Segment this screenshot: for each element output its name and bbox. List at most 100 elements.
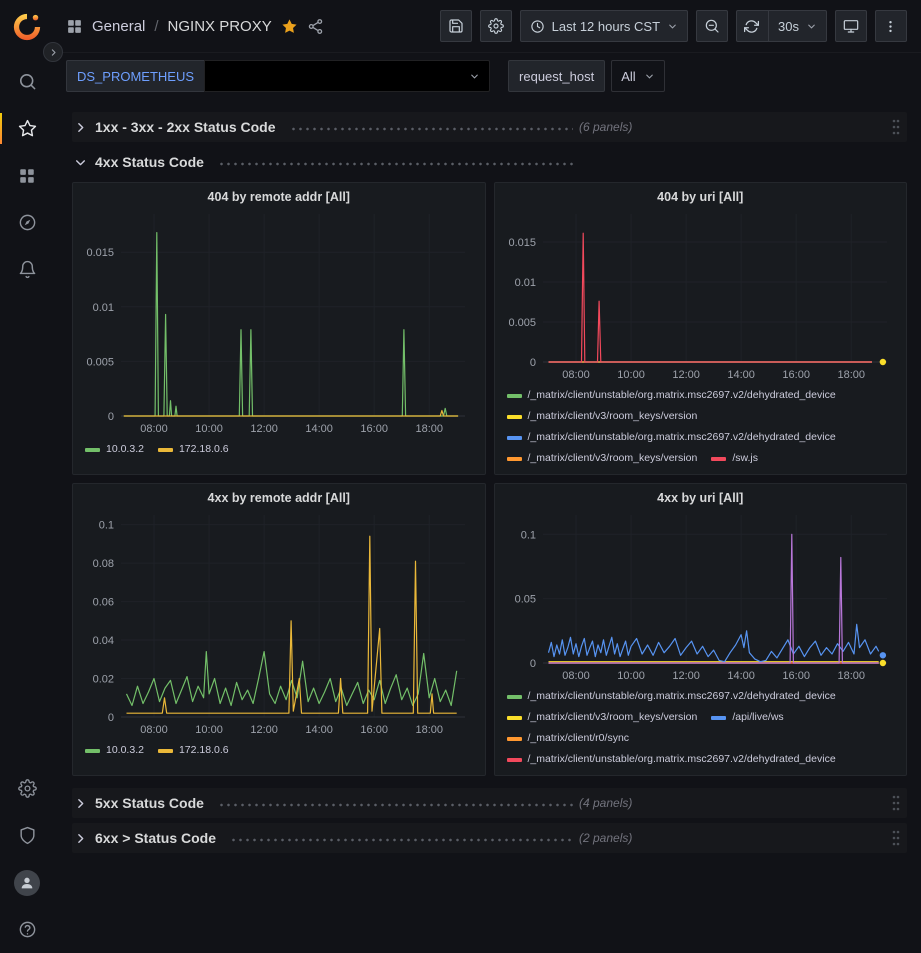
breadcrumb-section[interactable]: General	[92, 18, 145, 35]
legend-item[interactable]: 172.18.0.6	[158, 443, 229, 456]
svg-text:0: 0	[529, 658, 535, 670]
legend-item[interactable]: /api/live/ws	[711, 711, 783, 724]
time-range-label: Last 12 hours CST	[552, 19, 660, 34]
row-panel-count: (6 panels)	[579, 120, 632, 134]
sidebar-expand-toggle[interactable]	[43, 42, 63, 62]
tv-mode-button[interactable]	[835, 10, 867, 42]
row-5xx-status-code[interactable]: 5xx Status Code(4 panels)	[72, 788, 907, 818]
chevron-right-icon	[74, 832, 87, 845]
row-drag-handle[interactable]	[891, 117, 901, 137]
chart-area: 08:0010:0012:0014:0016:0018:0000.020.040…	[79, 507, 479, 739]
series-name: /_matrix/client/v3/room_keys/version	[528, 452, 698, 465]
legend-item[interactable]: /_matrix/client/unstable/org.matrix.msc2…	[507, 753, 836, 766]
row-drag-handle[interactable]	[891, 828, 901, 848]
variables-bar: DS_PROMETHEUS request_host All	[54, 53, 921, 101]
share-icon[interactable]	[307, 18, 324, 35]
sidebar-item-dashboards[interactable]	[0, 152, 54, 199]
variable-request-host: request_host All	[508, 60, 665, 92]
grafana-logo[interactable]	[12, 12, 42, 42]
svg-text:08:00: 08:00	[562, 369, 590, 381]
breadcrumb-title[interactable]: NGINX PROXY	[168, 18, 272, 35]
panel-grid: 404 by remote addr [All] 08:00 10:00 12:00 1…	[72, 182, 907, 776]
variable-datasource: DS_PROMETHEUS	[66, 60, 490, 92]
series-name: /_matrix/client/unstable/org.matrix.msc2…	[528, 690, 836, 703]
breadcrumb-separator: /	[154, 18, 158, 35]
panel-404-by-remote-addr-all: 404 by remote addr [All]08:0010:0012:001…	[72, 182, 486, 475]
dashboard-settings-button[interactable]	[480, 10, 512, 42]
row-drag-handle[interactable]	[891, 793, 901, 813]
sidebar-item-explore[interactable]	[0, 199, 54, 246]
panel-4xx-by-uri-all: 4xx by uri [All]08:0010:0012:0014:0016:0…	[494, 483, 908, 776]
chevron-right-icon	[74, 797, 87, 810]
favorite-star-icon[interactable]	[281, 18, 298, 35]
caret-down-icon	[806, 21, 817, 32]
time-range-picker[interactable]: Last 12 hours CST	[520, 10, 688, 42]
svg-text:0.01: 0.01	[514, 277, 535, 289]
sidebar-item-search[interactable]	[0, 58, 54, 105]
legend: 10.0.3.2 172.18.0.6	[79, 438, 479, 456]
series-name: /_matrix/client/v3/room_keys/version	[528, 711, 698, 724]
legend-item[interactable]: /_matrix/client/v3/room_keys/version	[507, 452, 698, 465]
legend-item[interactable]: /_matrix/client/unstable/org.matrix.msc2…	[507, 690, 836, 703]
chart-area: 08:0010:0012:0014:0016:0018:0000.0050.01…	[501, 206, 901, 384]
sidebar-item-alerting[interactable]	[0, 246, 54, 293]
legend-item[interactable]: /sw.js	[711, 452, 758, 465]
panel-4xx-by-remote-addr-all: 4xx by remote addr [All]08:0010:0012:001…	[72, 483, 486, 776]
refresh-button[interactable]	[736, 10, 768, 42]
panel-title[interactable]: 404 by remote addr [All]	[79, 183, 479, 206]
legend-item[interactable]: /_matrix/client/unstable/org.matrix.msc2…	[507, 431, 836, 444]
series-color-swatch	[507, 737, 522, 741]
row-title: 4xx Status Code	[95, 154, 204, 170]
svg-text:0: 0	[529, 357, 535, 369]
sidebar-item-configuration[interactable]	[0, 765, 54, 812]
svg-text:0.04: 0.04	[93, 635, 114, 647]
row-6xx-status-code[interactable]: 6xx > Status Code(2 panels)	[72, 823, 907, 853]
legend-item[interactable]: /_matrix/client/r0/sync	[507, 732, 630, 745]
more-options-button[interactable]	[875, 10, 907, 42]
row-4xx-status-code[interactable]: 4xx Status Code	[72, 147, 907, 177]
svg-text:0.015: 0.015	[508, 237, 536, 249]
series-color-swatch	[507, 415, 522, 419]
panel-title[interactable]: 4xx by remote addr [All]	[79, 484, 479, 507]
row-panel-count: (2 panels)	[579, 831, 632, 845]
sidebar-item-profile[interactable]	[0, 859, 54, 906]
legend-item[interactable]: 10.0.3.2	[85, 744, 144, 757]
legend: 10.0.3.2 172.18.0.6	[79, 739, 479, 757]
sidebar-item-starred[interactable]	[0, 105, 54, 152]
legend-item[interactable]: 172.18.0.6	[158, 744, 229, 757]
series-color-swatch	[507, 457, 522, 461]
legend-item[interactable]: 10.0.3.2	[85, 443, 144, 456]
shield-icon	[18, 826, 37, 845]
row-1xx-3xx-2xx-status-code[interactable]: 1xx - 3xx - 2xx Status Code(6 panels)	[72, 112, 907, 142]
svg-text:18:00: 18:00	[837, 670, 865, 682]
legend-item[interactable]: /_matrix/client/unstable/org.matrix.msc2…	[507, 389, 836, 402]
kebab-menu-icon	[883, 19, 898, 34]
clock-icon	[530, 19, 545, 34]
svg-text:12:00: 12:00	[672, 369, 700, 381]
svg-text:16:00: 16:00	[360, 724, 388, 736]
save-dashboard-button[interactable]	[440, 10, 472, 42]
legend-item[interactable]: /_matrix/client/v3/room_keys/version	[507, 410, 698, 423]
svg-text:18:00: 18:00	[415, 724, 443, 736]
panel-title[interactable]: 4xx by uri [All]	[501, 484, 901, 507]
svg-text:0.1: 0.1	[520, 529, 535, 541]
datasource-select[interactable]	[204, 60, 490, 92]
svg-text:14:00: 14:00	[305, 724, 333, 736]
panel-title[interactable]: 404 by uri [All]	[501, 183, 901, 206]
legend-item[interactable]: /_matrix/client/v3/room_keys/version	[507, 711, 698, 724]
gear-icon	[18, 779, 37, 798]
caret-down-icon	[667, 21, 678, 32]
series-color-swatch	[507, 716, 522, 720]
series-color-swatch	[158, 448, 173, 452]
sidebar-item-help[interactable]	[0, 906, 54, 953]
sidebar-item-server-admin[interactable]	[0, 812, 54, 859]
dotted-leader	[218, 162, 573, 166]
dashboards-grid-icon	[18, 167, 36, 185]
svg-text:0.015: 0.015	[86, 247, 114, 259]
refresh-interval-dropdown[interactable]: 30s	[768, 10, 827, 42]
series-name: /_matrix/client/r0/sync	[528, 732, 630, 745]
request-host-select[interactable]: All	[611, 60, 664, 92]
svg-text:10:00: 10:00	[617, 369, 645, 381]
zoom-out-time-button[interactable]	[696, 10, 728, 42]
series-name: /api/live/ws	[732, 711, 783, 724]
